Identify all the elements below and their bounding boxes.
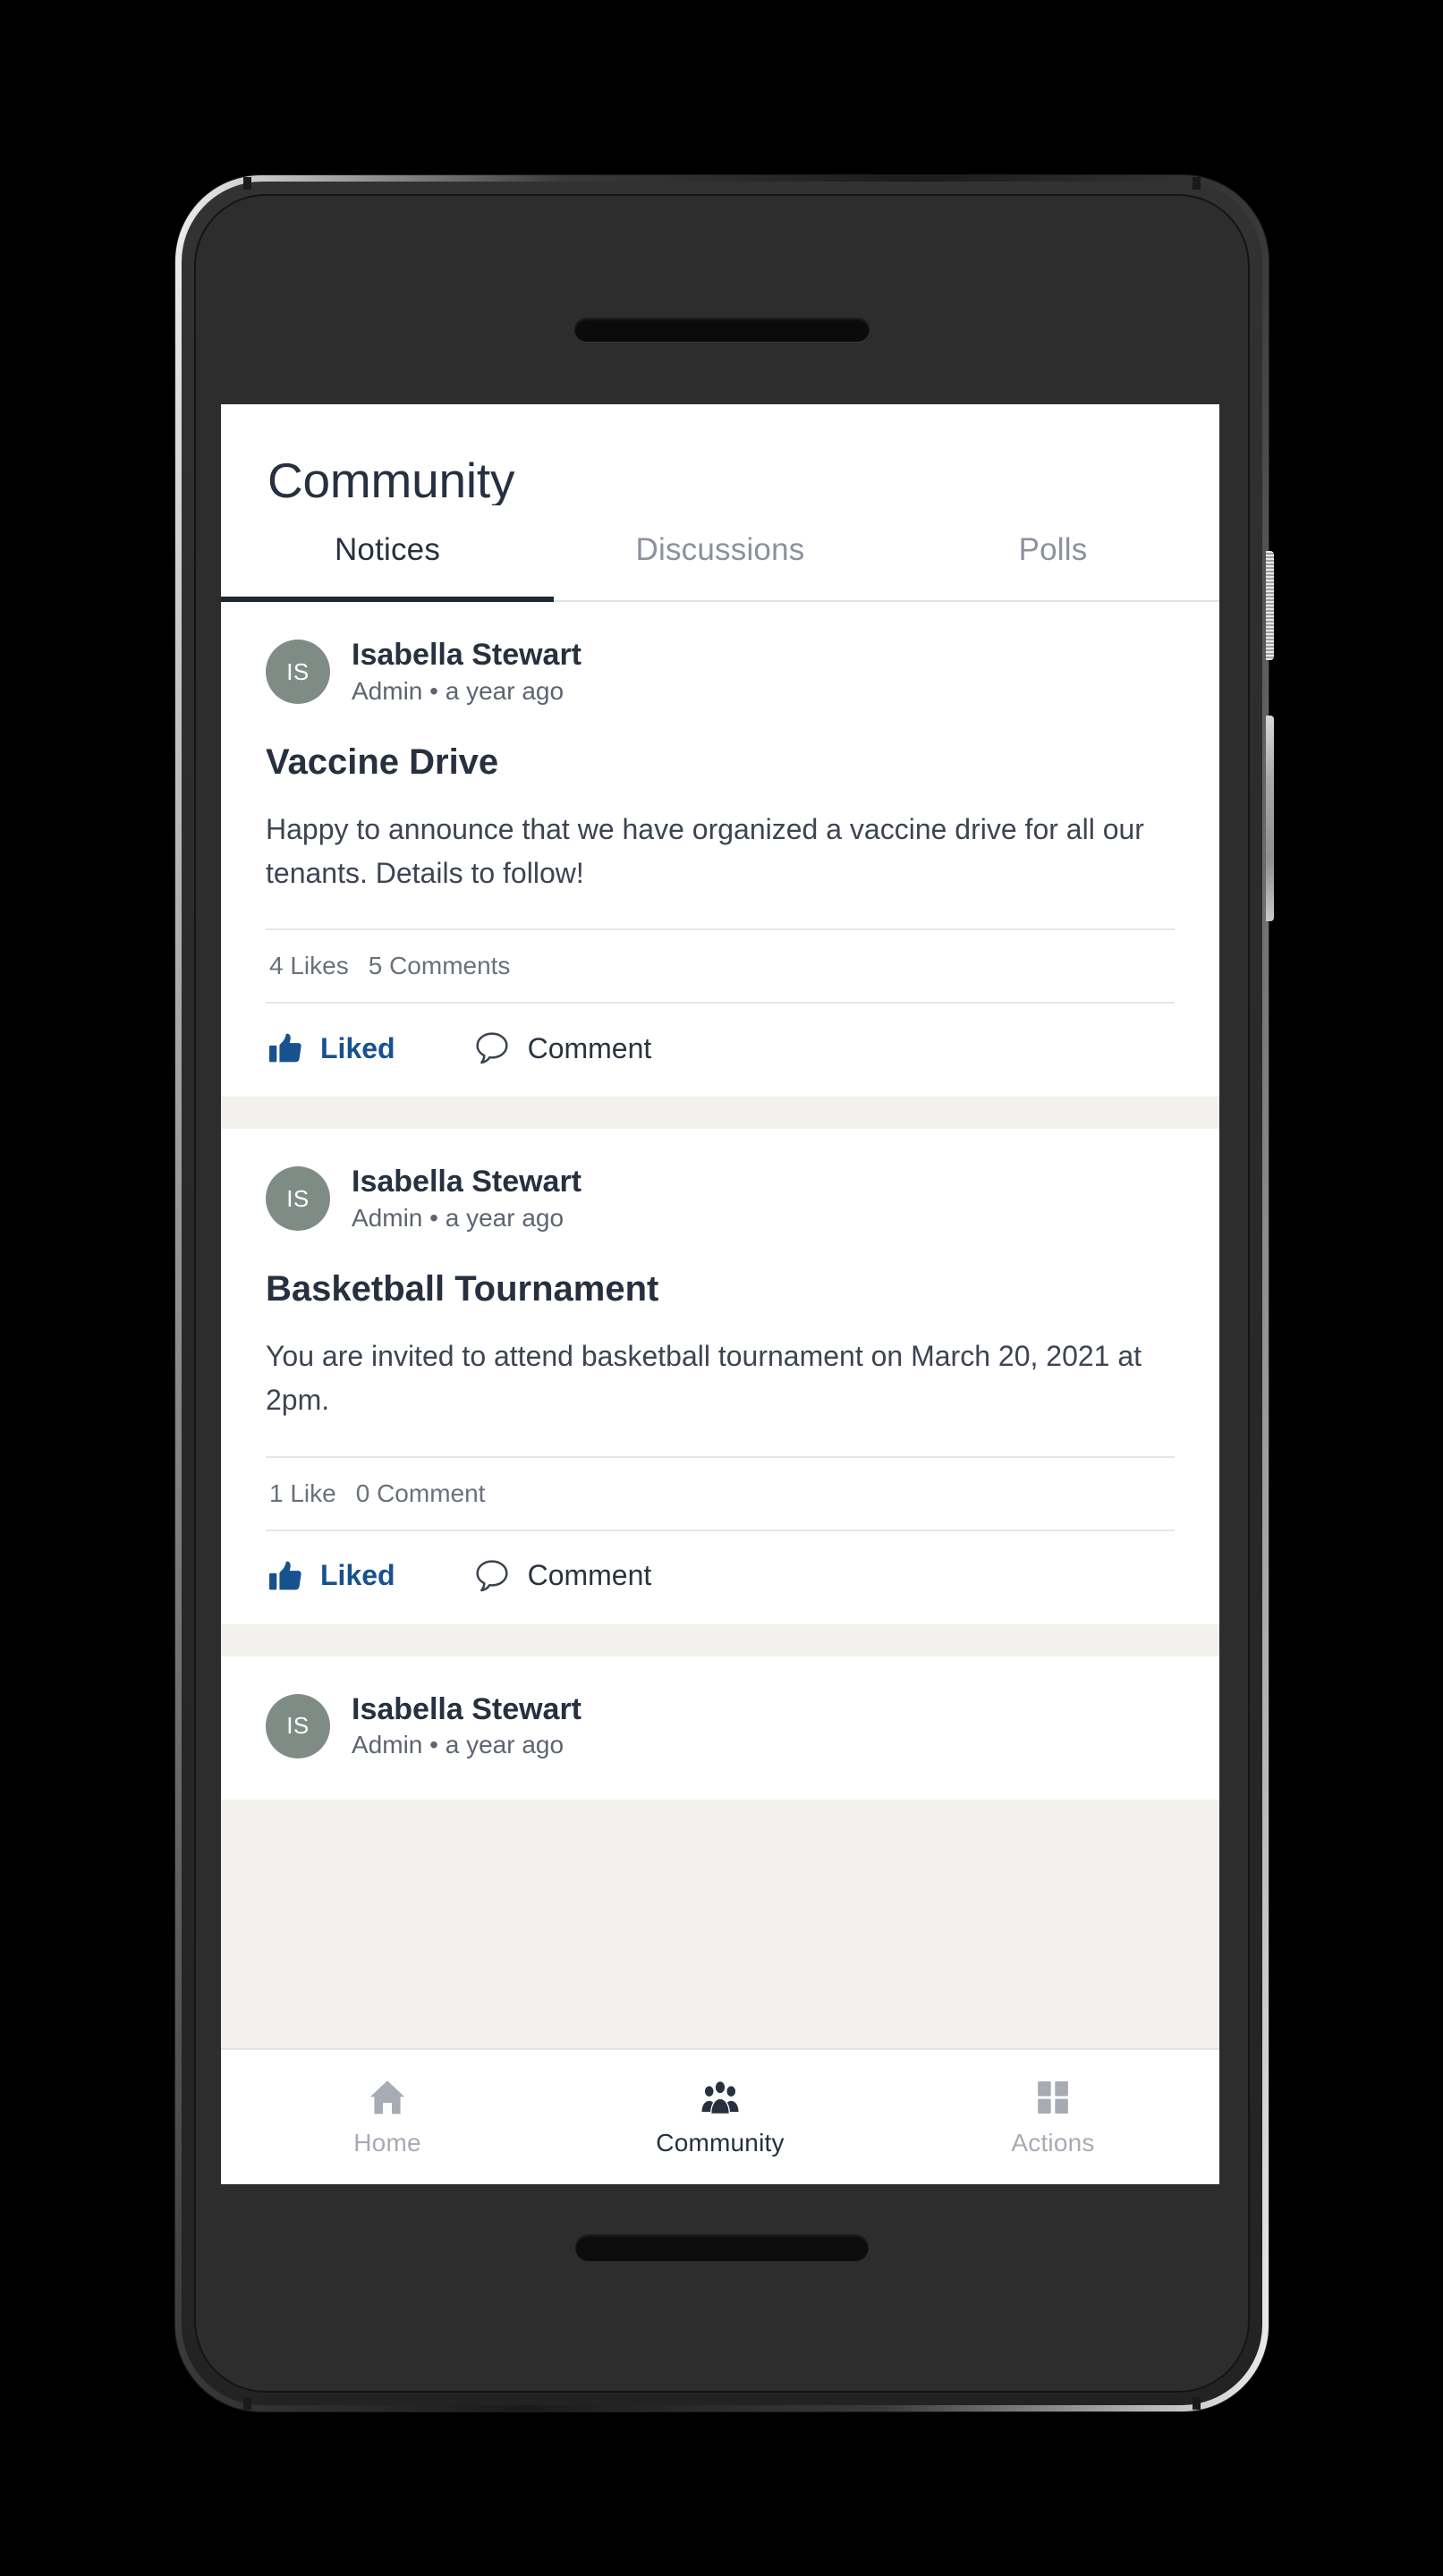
avatar: IS — [266, 1693, 330, 1758]
tab-notices[interactable]: Notices — [221, 505, 554, 602]
grid-squares-icon — [1038, 2080, 1068, 2114]
post-actions-row: Liked Comment — [266, 1531, 1175, 1624]
antenna-notch-bottom-left — [243, 2397, 251, 2410]
home-icon — [369, 2080, 405, 2114]
notice-post[interactable]: IS Isabella Stewart Admin • a year ago B… — [221, 1129, 1219, 1624]
like-button-label: Liked — [320, 1559, 395, 1592]
author-block: Isabella Stewart Admin • a year ago — [352, 638, 582, 705]
post-header: IS Isabella Stewart Admin • a year ago — [266, 1691, 1175, 1759]
thumbs-up-icon — [269, 1033, 301, 1063]
tab-notices-label: Notices — [334, 532, 441, 567]
comment-button[interactable]: Comment — [474, 1030, 652, 1066]
bottom-navigation-bar: Home Community Actions — [221, 2048, 1219, 2184]
notice-post[interactable]: IS Isabella Stewart Admin • a year ago V… — [221, 602, 1219, 1097]
like-count[interactable]: 1 Like — [269, 1479, 336, 1508]
phone-device-frame: Community Notices Discussions Polls IS I… — [175, 175, 1274, 2411]
notice-post[interactable]: IS Isabella Stewart Admin • a year ago — [221, 1656, 1219, 1800]
nav-item-community-label: Community — [656, 2129, 785, 2157]
people-group-icon — [701, 2080, 739, 2115]
author-block: Isabella Stewart Admin • a year ago — [352, 1691, 582, 1759]
like-button-label: Liked — [320, 1031, 395, 1064]
like-count[interactable]: 4 Likes — [269, 952, 349, 980]
author-block: Isabella Stewart Admin • a year ago — [352, 1165, 582, 1233]
nav-item-home[interactable]: Home — [221, 2077, 554, 2157]
earpiece-speaker — [574, 318, 870, 342]
antenna-notch-top-right — [1193, 177, 1201, 190]
antenna-notch-top-left — [243, 177, 251, 190]
post-actions-row: Liked Comment — [266, 1004, 1175, 1097]
author-meta: Admin • a year ago — [352, 676, 564, 705]
post-separator — [221, 1097, 1219, 1130]
tab-discussions-label: Discussions — [635, 532, 805, 567]
nav-item-home-label: Home — [353, 2129, 421, 2157]
avatar: IS — [266, 640, 330, 705]
nav-item-actions[interactable]: Actions — [887, 2077, 1219, 2157]
volume-rocker-button[interactable] — [1266, 716, 1274, 921]
nav-item-actions-label: Actions — [1011, 2129, 1095, 2157]
post-title: Basketball Tournament — [266, 1269, 659, 1309]
comment-button-label: Comment — [527, 1559, 652, 1592]
speech-bubble-icon — [475, 1560, 508, 1591]
like-button[interactable]: Liked — [269, 1032, 395, 1065]
post-body: Happy to announce that we have organized… — [266, 813, 1144, 889]
antenna-notch-bottom-right — [1193, 2397, 1201, 2410]
post-stats-row: 1 Like 0 Comment — [266, 1455, 1175, 1531]
post-separator — [221, 1623, 1219, 1657]
tab-bar: Notices Discussions Polls — [221, 505, 1219, 602]
power-button[interactable] — [1266, 551, 1274, 660]
post-header: IS Isabella Stewart Admin • a year ago — [266, 1166, 1175, 1231]
post-title: Vaccine Drive — [266, 742, 499, 783]
tab-polls[interactable]: Polls — [887, 505, 1219, 600]
avatar: IS — [266, 1166, 330, 1232]
post-header: IS Isabella Stewart Admin • a year ago — [266, 638, 1175, 705]
author-meta: Admin • a year ago — [352, 1204, 564, 1233]
comment-button-label: Comment — [527, 1031, 652, 1064]
post-stats-row: 4 Likes 5 Comments — [266, 928, 1175, 1004]
comment-count[interactable]: 5 Comments — [369, 952, 511, 980]
author-name: Isabella Stewart — [352, 1165, 582, 1199]
author-name: Isabella Stewart — [352, 638, 582, 672]
speech-bubble-icon — [475, 1032, 508, 1064]
tab-discussions[interactable]: Discussions — [554, 505, 887, 600]
notices-feed[interactable]: IS Isabella Stewart Admin • a year ago V… — [221, 602, 1219, 2048]
page-title: Community — [267, 453, 515, 508]
author-meta: Admin • a year ago — [352, 1731, 564, 1759]
tab-polls-label: Polls — [1018, 532, 1088, 567]
bottom-speaker-grille — [575, 2234, 869, 2261]
comment-count[interactable]: 0 Comment — [356, 1479, 486, 1508]
author-name: Isabella Stewart — [352, 1691, 582, 1726]
app-header: Community — [221, 404, 1219, 505]
comment-button[interactable]: Comment — [474, 1558, 652, 1594]
nav-item-community[interactable]: Community — [554, 2077, 887, 2157]
like-button[interactable]: Liked — [269, 1559, 395, 1592]
thumbs-up-icon — [269, 1561, 301, 1590]
post-body: You are invited to attend basketball tou… — [266, 1340, 1142, 1417]
phone-screen: Community Notices Discussions Polls IS I… — [221, 404, 1219, 2184]
